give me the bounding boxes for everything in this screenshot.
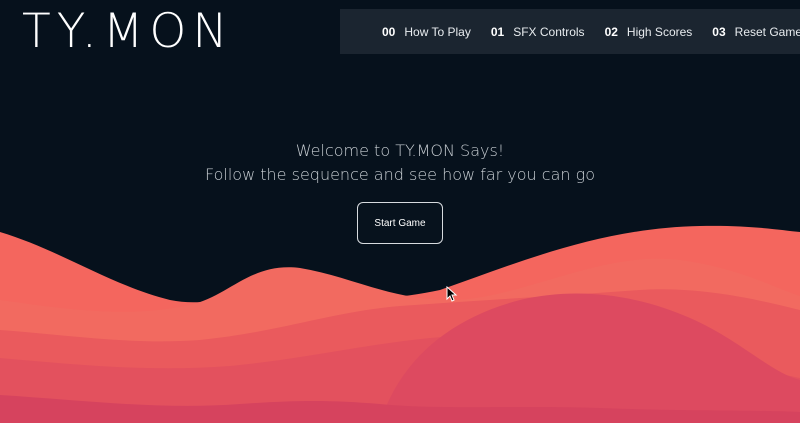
- nav-how-to-play[interactable]: 00 How To Play: [382, 25, 471, 39]
- game-page: TY.MON 00 How To Play 01 SFX Controls 02…: [0, 0, 800, 423]
- brand-logo: TY.MON: [22, 4, 234, 59]
- start-game-button[interactable]: Start Game: [357, 202, 443, 244]
- nav-number: 02: [604, 24, 618, 39]
- nav-reset-game[interactable]: 03 Reset Game: [712, 25, 800, 39]
- mouse-pointer-icon: [446, 286, 458, 302]
- nav-number: 01: [490, 24, 505, 39]
- nav-label: Reset Game: [734, 24, 800, 39]
- nav-label: SFX Controls: [513, 24, 585, 39]
- welcome-title: Welcome to TY.MON Says!: [295, 141, 505, 160]
- nav-high-scores[interactable]: 02 High Scores: [605, 25, 693, 39]
- nav-number: 00: [382, 24, 396, 39]
- welcome-subtitle: Follow the sequence and see how far you …: [204, 165, 595, 184]
- top-navigation: 00 How To Play 01 SFX Controls 02 High S…: [340, 9, 800, 54]
- nav-sfx-controls[interactable]: 01 SFX Controls: [491, 25, 585, 39]
- welcome-message: Welcome to TY.MON Says! Follow the seque…: [0, 139, 800, 187]
- nav-label: High Scores: [626, 24, 693, 39]
- nav-label: How To Play: [404, 24, 471, 39]
- nav-number: 03: [712, 24, 726, 39]
